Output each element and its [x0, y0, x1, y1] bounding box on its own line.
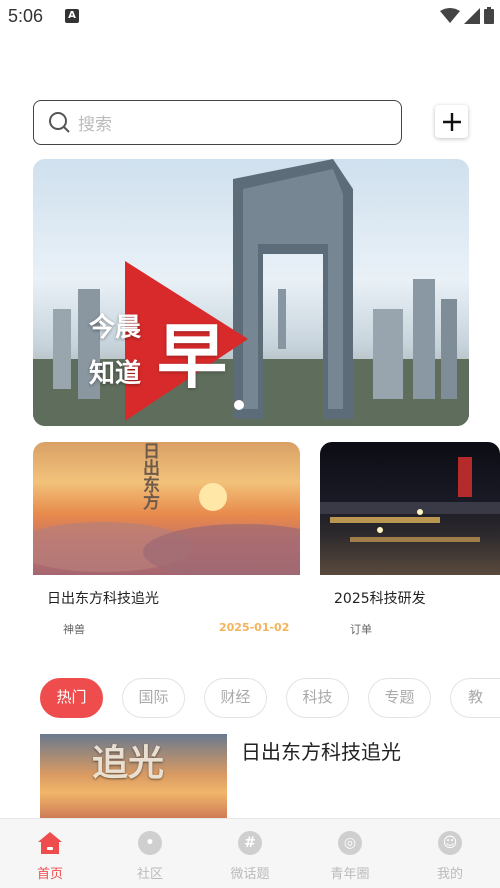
- card-source: 神兽: [63, 623, 85, 636]
- tab-hot[interactable]: 热门: [40, 678, 103, 718]
- card-image-night-city: [320, 442, 500, 575]
- nav-youth-circle[interactable]: ◎ 青年圈: [300, 819, 400, 888]
- nav-topics[interactable]: # 微话题: [200, 819, 300, 888]
- nav-label: 社区: [136, 867, 163, 882]
- nav-label: 我的: [436, 867, 463, 882]
- tab-international[interactable]: 国际: [122, 678, 185, 718]
- search-box[interactable]: 搜索: [33, 100, 402, 145]
- nav-label: 青年圈: [330, 867, 370, 882]
- news-card[interactable]: 2025科技研发 订单: [320, 442, 500, 642]
- banner-text-line2: 知道: [89, 359, 142, 389]
- card-date: 2025-01-02: [219, 621, 290, 634]
- banner-big-char: 早: [157, 316, 227, 398]
- add-button[interactable]: [435, 105, 468, 138]
- signal-icon: [464, 7, 480, 24]
- hashtag-icon: #: [238, 831, 262, 855]
- battery-icon: [484, 7, 494, 24]
- news-card[interactable]: 日出东方 日出东方科技追光 神兽 2025-01-02: [33, 442, 300, 642]
- search-icon: [49, 111, 70, 133]
- banner-carousel[interactable]: 今晨 知道 早: [33, 159, 469, 426]
- circle-icon: ◎: [338, 831, 362, 855]
- tab-special[interactable]: 专题: [368, 678, 431, 718]
- nav-home[interactable]: 首页: [0, 819, 100, 888]
- search-input[interactable]: 搜索: [78, 110, 112, 135]
- nav-profile[interactable]: ☺ 我的: [400, 819, 500, 888]
- category-tabs: 热门 国际 财经 科技 专题 教: [40, 678, 500, 718]
- system-icons: [440, 7, 494, 24]
- card-source: 订单: [350, 623, 372, 636]
- nav-label: 微话题: [230, 867, 270, 882]
- nav-label: 首页: [36, 867, 63, 882]
- status-time: 5:06: [8, 6, 44, 26]
- nav-community[interactable]: • 社区: [100, 819, 200, 888]
- home-icon: [38, 832, 62, 854]
- card-image-sunrise: 日出东方: [33, 442, 300, 575]
- news-thumbnail-text: 追光: [92, 743, 165, 784]
- community-icon: •: [138, 831, 162, 855]
- tab-finance[interactable]: 财经: [204, 678, 267, 718]
- plus-icon: [442, 112, 461, 131]
- card-title: 日出东方科技追光: [47, 591, 159, 607]
- status-bar: 5:06 A: [0, 0, 500, 34]
- news-list-title[interactable]: 日出东方科技追光: [241, 736, 401, 765]
- banner-text-line1: 今晨: [89, 313, 142, 343]
- notification-icon: A: [65, 9, 79, 23]
- bottom-navigation: 首页 • 社区 # 微话题 ◎ 青年圈 ☺ 我的: [0, 818, 500, 888]
- card-title: 2025科技研发: [334, 591, 426, 607]
- tab-technology[interactable]: 科技: [286, 678, 349, 718]
- profile-icon: ☺: [438, 831, 462, 855]
- card-image-text: 日出东方: [143, 442, 160, 513]
- tab-education[interactable]: 教: [450, 678, 500, 718]
- news-list-thumbnail[interactable]: 追光: [40, 734, 227, 824]
- wifi-icon: [440, 7, 460, 23]
